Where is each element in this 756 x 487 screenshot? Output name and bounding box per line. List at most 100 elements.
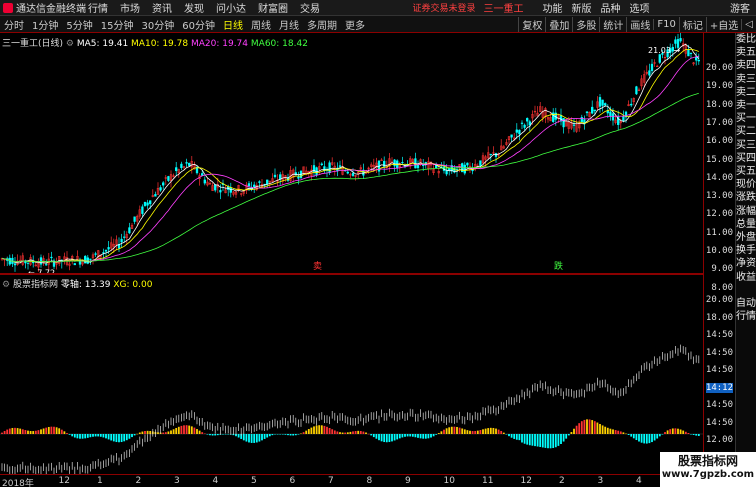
indicator-bar — [209, 434, 211, 436]
side-tab[interactable]: 卖一 — [736, 99, 756, 112]
candlestick-chart[interactable]: ← 7.7221.03 →卖跌 — [0, 33, 703, 273]
indicator-bar — [531, 434, 534, 446]
side-tab[interactable]: 外盘 — [736, 231, 756, 244]
indicator-bar — [287, 434, 289, 436]
draw-line-button[interactable]: 画线 — [626, 16, 653, 32]
period-more[interactable]: 更多 — [341, 17, 369, 32]
indicator-chart[interactable] — [0, 275, 703, 475]
menu-gongneng[interactable]: 功能 — [543, 0, 563, 15]
side-tab[interactable]: 换手 — [736, 244, 756, 257]
side-tab[interactable]: 现价 — [736, 178, 756, 191]
period-monthly[interactable]: 月线 — [275, 17, 303, 32]
ma10-line — [1, 48, 699, 263]
indicator-bar — [294, 434, 297, 436]
indicator-bar — [279, 434, 282, 435]
collapse-icon[interactable]: ◁ — [741, 18, 756, 30]
date-tick: 4 — [212, 476, 219, 486]
side-tab[interactable]: 卖二 — [736, 86, 756, 99]
period-1min[interactable]: 1分钟 — [28, 17, 62, 32]
side-tab[interactable]: 行情 — [736, 310, 756, 323]
period-60min[interactable]: 60分钟 — [178, 17, 219, 32]
indicator-bar — [648, 434, 651, 444]
date-tick: 1 — [97, 476, 103, 486]
side-tab[interactable]: 委比 — [736, 33, 756, 46]
candle-body — [658, 54, 661, 63]
side-tab[interactable]: 买五 — [736, 165, 756, 178]
menu-caifuquan[interactable]: 财富圈 — [258, 0, 288, 15]
indicator-icon[interactable]: ⚙ — [2, 280, 10, 290]
price-tick: 12.00 — [705, 209, 733, 220]
menu-pinzhong[interactable]: 品种 — [601, 0, 621, 15]
indicator-bar — [609, 428, 612, 434]
candle-body — [50, 256, 53, 259]
fuquan-button[interactable]: 复权 — [518, 16, 545, 32]
candle-body — [102, 252, 105, 254]
side-tab[interactable]: 总量 — [736, 218, 756, 231]
indicator-bar — [588, 419, 591, 434]
side-tab[interactable]: 收益 — [736, 271, 756, 284]
zero-axis-label: 零轴: 13.39 — [60, 280, 111, 290]
indicator-bar — [479, 430, 482, 434]
indicator-bar — [682, 430, 685, 434]
side-tab[interactable]: 卖三 — [736, 73, 756, 86]
indicator-bar — [180, 425, 183, 434]
menu-hangqing[interactable]: 行情 — [88, 0, 108, 15]
overlay-button[interactable]: 叠加 — [545, 16, 572, 32]
period-daily[interactable]: 日线 — [219, 17, 247, 32]
indicator-bar — [276, 434, 279, 435]
indicator-bar — [354, 431, 357, 434]
logo-icon — [3, 2, 13, 13]
visitor-label[interactable]: 游客 — [730, 0, 750, 15]
indicator-bar — [666, 430, 669, 434]
menu-jiaoyi[interactable]: 交易 — [300, 0, 320, 15]
side-tab[interactable]: 买四 — [736, 152, 756, 165]
period-30min[interactable]: 30分钟 — [137, 17, 178, 32]
indicator-bar — [224, 434, 227, 435]
side-tab[interactable]: 涨跌 — [736, 191, 756, 204]
multi-stock-button[interactable]: 多股 — [572, 16, 599, 32]
indicator-bar — [463, 429, 466, 434]
indicator-bar — [580, 421, 583, 434]
mark-button[interactable]: 标记 — [678, 16, 706, 32]
period-multi[interactable]: 多周期 — [303, 17, 341, 32]
settings-icon[interactable]: ⚙ — [66, 39, 74, 49]
side-tab[interactable]: 涨幅 — [736, 205, 756, 218]
login-notice[interactable]: 证券交易未登录 — [412, 1, 475, 14]
price-tick: 16.00 — [705, 136, 733, 147]
indicator-bar — [47, 426, 50, 434]
indicator-bar — [401, 434, 404, 438]
period-15min[interactable]: 15分钟 — [97, 17, 138, 32]
f10-button[interactable]: F10 — [653, 18, 678, 30]
candle-body — [94, 253, 97, 255]
period-5min[interactable]: 5分钟 — [62, 17, 96, 32]
indicator-bar — [133, 434, 136, 436]
indicator-bar — [643, 434, 646, 444]
side-tab[interactable]: 买一 — [736, 112, 756, 125]
indicator-tick: 20.00 — [705, 295, 733, 305]
stats-button[interactable]: 统计 — [599, 16, 626, 32]
indicator-bar — [94, 434, 97, 437]
indicator-bar — [461, 428, 464, 434]
period-weekly[interactable]: 周线 — [247, 17, 275, 32]
menu-xinban[interactable]: 新版 — [572, 0, 592, 15]
side-tab[interactable]: 买三 — [736, 139, 756, 152]
indicator-bar — [73, 434, 76, 438]
menu-zixun[interactable]: 资讯 — [152, 0, 172, 15]
side-tab[interactable]: 自动 — [736, 297, 756, 310]
candle-body — [401, 162, 404, 164]
date-tick: 2 — [135, 476, 142, 486]
indicator-bar — [632, 434, 635, 439]
add-watchlist-button[interactable]: +自选 — [705, 16, 741, 32]
side-tab[interactable]: 卖五 — [736, 46, 756, 59]
side-tab[interactable]: 净资 — [736, 257, 756, 270]
indicator-bar — [110, 434, 113, 441]
menu-faxian[interactable]: 发现 — [184, 0, 204, 15]
indicator-bar — [651, 434, 653, 443]
side-tab[interactable]: 买二 — [736, 125, 756, 138]
menu-shichang[interactable]: 市场 — [120, 0, 140, 15]
indicator-bar — [671, 428, 674, 434]
side-tab[interactable]: 卖四 — [736, 59, 756, 72]
menu-wenxiaoda[interactable]: 问小达 — [216, 0, 246, 15]
menu-xuanxiang[interactable]: 选项 — [630, 0, 650, 15]
period-fenshi[interactable]: 分时 — [0, 17, 28, 32]
